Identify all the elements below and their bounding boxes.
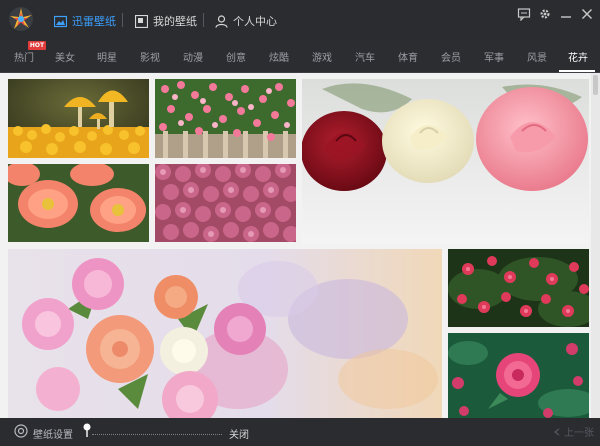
wallpaper-thumbnail[interactable]	[155, 164, 296, 242]
settings-gear-icon[interactable]	[538, 7, 552, 21]
tab-xunlei-wallpaper[interactable]: 迅雷壁纸	[54, 12, 116, 30]
tab-label: 个人中心	[233, 15, 277, 28]
category-beauty[interactable]: 美女	[55, 49, 75, 64]
wallpaper-image	[448, 249, 589, 327]
wallpaper-image	[8, 79, 149, 158]
wallpaper-thumbnail[interactable]	[8, 249, 442, 418]
bottom-bar: 壁纸设置 关闭 上一张	[0, 418, 600, 446]
wallpaper-grid	[0, 73, 591, 418]
scrollbar-track[interactable]	[591, 73, 600, 418]
wallpaper-thumbnail[interactable]	[8, 79, 149, 158]
category-scenery[interactable]: 风景	[527, 49, 547, 64]
user-icon	[215, 14, 228, 28]
category-anime[interactable]: 动漫	[183, 49, 203, 64]
category-film[interactable]: 影视	[140, 49, 160, 64]
wallpaper-image	[8, 164, 149, 242]
slider-pin-icon[interactable]	[82, 422, 92, 438]
category-hot[interactable]: 热门	[14, 49, 34, 64]
wallpaper-image	[448, 333, 589, 418]
category-sports[interactable]: 体育	[398, 49, 418, 64]
previous-wallpaper-label: 上一张	[564, 428, 594, 439]
category-vip[interactable]: 会员	[441, 49, 461, 64]
category-creative[interactable]: 创意	[226, 49, 246, 64]
close-icon[interactable]	[580, 7, 594, 21]
category-cool[interactable]: 炫酷	[269, 49, 289, 64]
scrollbar-thumb[interactable]	[593, 75, 598, 95]
tab-user-center[interactable]: 个人中心	[215, 12, 277, 30]
gallery-icon	[135, 14, 148, 28]
wallpaper-thumbnail[interactable]	[448, 249, 589, 327]
hot-badge: HOT	[28, 41, 46, 50]
wallpaper-thumbnail[interactable]	[155, 79, 296, 158]
message-icon[interactable]	[517, 7, 531, 21]
category-games[interactable]: 游戏	[312, 49, 332, 64]
image-icon	[54, 15, 67, 27]
wallpaper-settings-button[interactable]: 壁纸设置	[33, 426, 73, 441]
minimize-icon[interactable]	[559, 7, 573, 21]
category-flowers[interactable]: 花卉	[568, 49, 588, 64]
wallpaper-thumbnail[interactable]	[302, 79, 589, 244]
wallpaper-thumbnail[interactable]	[448, 333, 589, 418]
tab-divider	[122, 13, 123, 27]
settings-icon[interactable]	[14, 424, 28, 438]
interval-slider-track[interactable]	[92, 433, 222, 435]
category-military[interactable]: 军事	[484, 49, 504, 64]
wallpaper-image	[155, 164, 296, 242]
tab-label: 我的壁纸	[153, 15, 197, 28]
category-stars[interactable]: 明星	[97, 49, 117, 64]
wallpaper-image	[155, 79, 296, 158]
previous-wallpaper-button[interactable]: 上一张	[553, 424, 594, 439]
wallpaper-thumbnail[interactable]	[8, 164, 149, 242]
tab-my-wallpaper[interactable]: 我的壁纸	[135, 12, 197, 30]
category-cars[interactable]: 汽车	[355, 49, 375, 64]
wallpaper-image	[8, 249, 442, 418]
category-bar: 热门 美女 明星 影视 动漫 创意 炫酷 游戏 汽车 体育 会员 军事 风景 花…	[0, 40, 600, 73]
title-bar: 迅雷壁纸 我的壁纸 个人中心	[0, 0, 600, 40]
wallpaper-image	[302, 79, 589, 244]
active-category-indicator	[559, 70, 595, 72]
tab-label: 迅雷壁纸	[72, 15, 116, 28]
arrow-icon	[554, 428, 560, 435]
slider-value-label: 关闭	[229, 430, 249, 441]
app-window: 迅雷壁纸 我的壁纸 个人中心 热门 美女 明星 影视 动漫 创意 炫酷 游戏 汽…	[0, 0, 600, 446]
app-logo-icon	[9, 7, 33, 31]
tab-divider	[203, 13, 204, 27]
